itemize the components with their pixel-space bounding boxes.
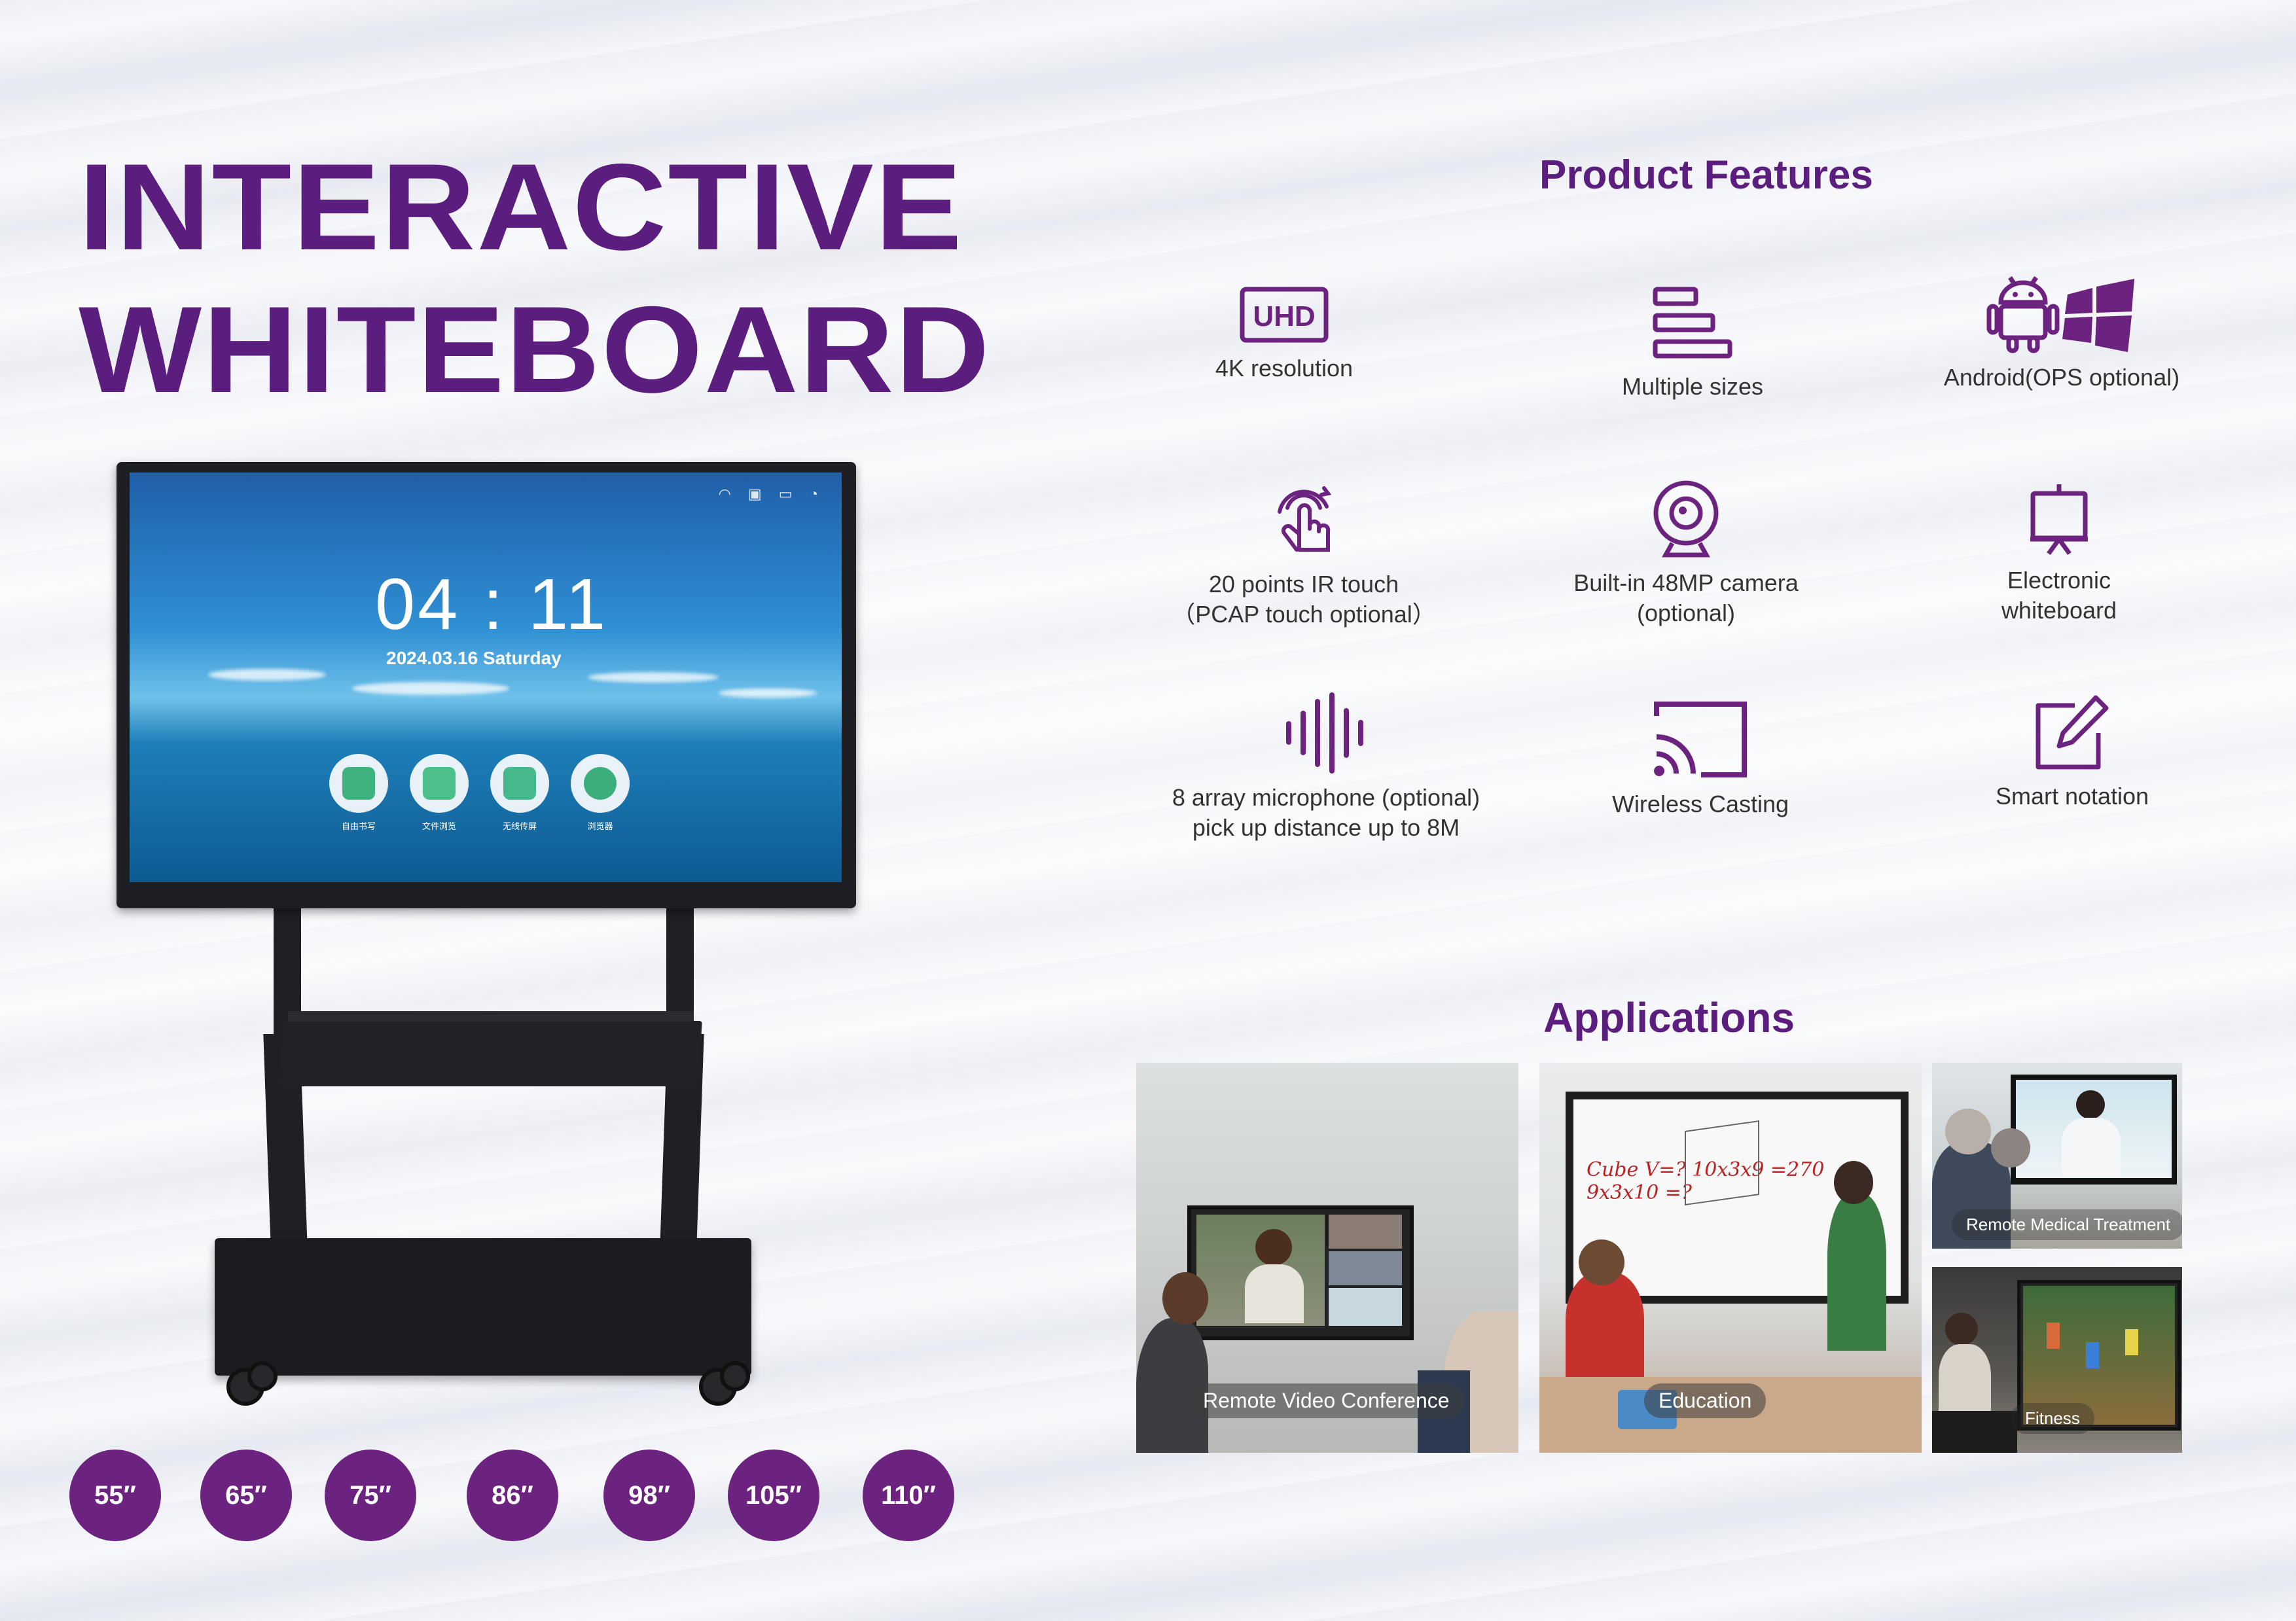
- touch-icon: [1278, 486, 1332, 552]
- size-86: 86′′: [467, 1450, 558, 1541]
- stand-crossbar: [288, 1011, 694, 1022]
- feature-label: Wireless Casting: [1611, 791, 1789, 817]
- feature-label: 20 points IR touch （PCAP touch optional）: [1172, 571, 1436, 628]
- wheel-left-rear: [247, 1361, 278, 1391]
- features-title: Product Features: [1539, 152, 1873, 198]
- screen-app-browser-icon: [571, 754, 630, 813]
- size-98: 98′′: [603, 1450, 695, 1541]
- screen-app-whiteboard-icon: [329, 754, 388, 813]
- screen-date: 2024.03.16 Saturday: [386, 648, 562, 668]
- android-windows-icon: [1986, 276, 2134, 353]
- feature-multiple-sizes: Multiple sizes: [1509, 285, 1876, 402]
- feature-android: Android(OPS optional): [1878, 272, 2245, 393]
- feature-label: Smart notation: [1995, 783, 2149, 810]
- display-panel: ◠ ▣ ▭ ◔ 04 : 11 2024.03.16 Saturday 自由书写…: [117, 462, 856, 908]
- conference-screen: [1187, 1205, 1414, 1340]
- feature-label: 4K resolution: [1215, 355, 1354, 382]
- feature-microphone: 8 array microphone (optional) pick up di…: [1143, 692, 1509, 843]
- notation-icon: [2036, 695, 2109, 770]
- photo-label: Remote Medical Treatment: [1952, 1209, 2182, 1240]
- screen-status-icons: ◠ ▣ ▭ ◔: [718, 486, 825, 502]
- feature-label: 8 array microphone (optional) pick up di…: [1172, 784, 1480, 841]
- screen-app-label: 无线传屏: [502, 821, 537, 831]
- page-title-line-1: INTERACTIVE: [79, 138, 963, 276]
- photo-label: Remote Video Conference: [1189, 1383, 1464, 1418]
- microphone-icon: [1286, 692, 1363, 774]
- screen-app-label: 文件浏览: [422, 821, 456, 831]
- size-105: 105′′: [728, 1450, 819, 1541]
- feature-touch: 20 points IR touch （PCAP touch optional）: [1121, 482, 1487, 630]
- photo-fitness: Fitness: [1932, 1267, 2182, 1453]
- screen-clock: 04 : 11: [375, 564, 609, 645]
- feature-electronic-whiteboard: Electronic whiteboard: [1876, 482, 2242, 626]
- stand-shelf: [279, 1021, 702, 1086]
- svg-text:UHD: UHD: [1253, 300, 1315, 332]
- photo-label: Fitness: [2011, 1403, 2094, 1434]
- whiteboard-icon: [2030, 484, 2088, 556]
- feature-smart-notation: Smart notation: [1889, 694, 2255, 811]
- photo-remote-medical-treatment: Remote Medical Treatment: [1932, 1063, 2182, 1249]
- camera-icon: [1653, 480, 1719, 558]
- photo-education: Cube V=? 10x3x9 =270 9x3x10 =? Education: [1539, 1063, 1922, 1453]
- multiple-sizes-icon: [1653, 287, 1732, 359]
- stand-base: [215, 1238, 751, 1376]
- feature-wireless-casting: Wireless Casting: [1517, 699, 1884, 819]
- size-75: 75′′: [325, 1450, 416, 1541]
- size-65: 65′′: [200, 1450, 292, 1541]
- photo-remote-video-conference: Remote Video Conference: [1136, 1063, 1518, 1453]
- display-screen: ◠ ▣ ▭ ◔ 04 : 11 2024.03.16 Saturday 自由书写…: [130, 472, 842, 882]
- uhd-icon: UHD: [1240, 287, 1329, 343]
- feature-camera: Built-in 48MP camera (optional): [1503, 478, 1869, 628]
- feature-label: Multiple sizes: [1621, 373, 1764, 400]
- screen-app-files-icon: [410, 754, 469, 813]
- page-title-line-2: WHITEBOARD: [79, 281, 991, 418]
- feature-4k-resolution: UHD 4K resolution: [1101, 285, 1467, 383]
- screen-app-cast-icon: [490, 754, 549, 813]
- applications-title: Applications: [1543, 994, 1795, 1041]
- size-55: 55′′: [69, 1450, 161, 1541]
- screen-app-label: 自由书写: [341, 821, 376, 831]
- photo-label: Education: [1644, 1383, 1767, 1418]
- wheel-right-rear: [720, 1361, 750, 1391]
- cast-icon: [1654, 702, 1747, 777]
- size-110: 110′′: [863, 1450, 954, 1541]
- feature-label: Built-in 48MP camera (optional): [1573, 569, 1799, 626]
- feature-label: Android(OPS optional): [1943, 364, 2180, 391]
- feature-label: Electronic whiteboard: [2001, 567, 2117, 624]
- screen-app-label: 浏览器: [587, 821, 613, 831]
